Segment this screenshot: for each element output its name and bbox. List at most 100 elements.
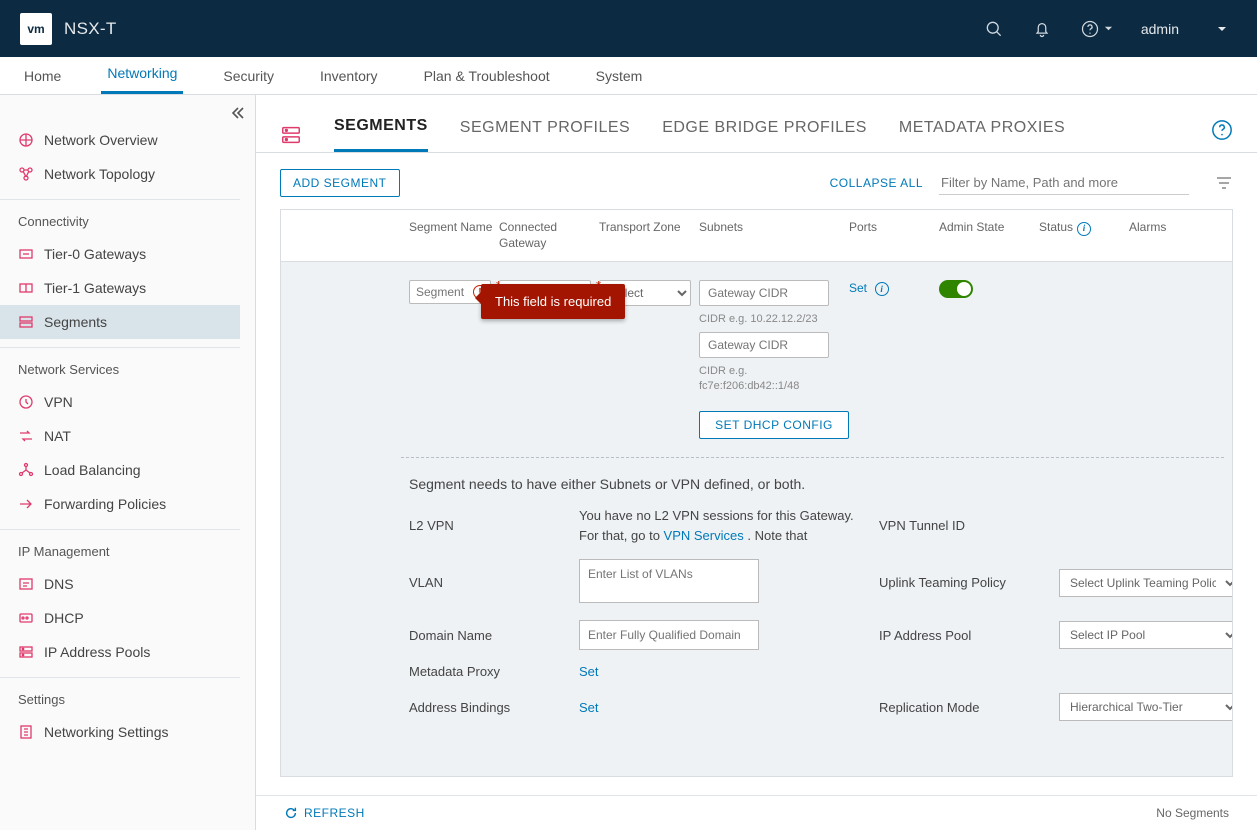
vpn-services-link[interactable]: VPN Services xyxy=(664,528,744,543)
l2vpn-label: L2 VPN xyxy=(409,518,569,533)
subnet-cidr-input-v4[interactable] xyxy=(699,280,829,306)
user-menu[interactable]: admin xyxy=(1141,21,1237,37)
add-segment-button[interactable]: ADD SEGMENT xyxy=(280,169,400,197)
sidebar-item-label: Network Overview xyxy=(44,132,158,148)
chevron-down-icon xyxy=(1104,24,1113,33)
admin-state-toggle[interactable] xyxy=(939,280,973,298)
sidebar-tier1[interactable]: Tier-1 Gateways xyxy=(0,271,240,305)
segment-edit-row: ! * None * Select xyxy=(281,262,1232,439)
sidebar-item-label: DNS xyxy=(44,576,74,592)
vlan-input[interactable] xyxy=(579,559,759,603)
table-footer: REFRESH No Segments xyxy=(256,795,1257,830)
sidebar-item-label: IP Address Pools xyxy=(44,644,150,660)
filter-icon[interactable] xyxy=(1215,174,1233,192)
sidebar-tier0[interactable]: Tier-0 Gateways xyxy=(0,237,240,271)
ip-pool-label: IP Address Pool xyxy=(879,628,1049,643)
search-icon[interactable] xyxy=(984,19,1004,39)
sidebar-nat[interactable]: NAT xyxy=(0,419,240,453)
ippool-icon xyxy=(18,644,34,660)
top-bar: vm NSX-T admin xyxy=(0,0,1257,57)
refresh-label: REFRESH xyxy=(304,806,365,820)
sidebar-vpn[interactable]: VPN xyxy=(0,385,240,419)
sidebar-networking-settings[interactable]: Networking Settings xyxy=(0,715,240,749)
address-bindings-label: Address Bindings xyxy=(409,700,569,715)
sidebar-item-label: Tier-1 Gateways xyxy=(44,280,146,296)
sidebar-load-balancing[interactable]: Load Balancing xyxy=(0,453,240,487)
col-status: Statusi xyxy=(1039,220,1129,236)
segment-note: Segment needs to have either Subnets or … xyxy=(281,472,1232,506)
col-transport-zone: Transport Zone xyxy=(599,220,699,236)
tier0-icon xyxy=(18,246,34,262)
replication-mode-select[interactable]: Hierarchical Two-Tier xyxy=(1059,693,1232,721)
sidebar-group-network-services: Network Services xyxy=(0,348,240,385)
help-icon[interactable] xyxy=(1211,119,1233,141)
subnet-cidr-input-v6[interactable] xyxy=(699,332,829,358)
global-nav: Home Networking Security Inventory Plan … xyxy=(0,57,1257,95)
fwd-icon xyxy=(18,496,34,512)
vpn-tunnel-label: VPN Tunnel ID xyxy=(879,518,1049,533)
collapse-all-link[interactable]: COLLAPSE ALL xyxy=(830,176,923,190)
vmware-logo: vm xyxy=(20,13,52,45)
col-alarms: Alarms xyxy=(1129,220,1219,236)
help-menu[interactable] xyxy=(1080,19,1113,39)
col-segment-name: Segment Name xyxy=(409,220,499,236)
sidebar-network-topology[interactable]: Network Topology xyxy=(0,157,240,191)
metadata-proxy-set-link[interactable]: Set xyxy=(579,664,599,679)
sidebar-item-label: DHCP xyxy=(44,610,84,626)
l2vpn-value: You have no L2 VPN sessions for this Gat… xyxy=(579,506,869,545)
segment-count: No Segments xyxy=(1156,806,1229,820)
vlan-label: VLAN xyxy=(409,575,569,590)
horizontal-scrollbar[interactable] xyxy=(280,777,1233,795)
vpn-icon xyxy=(18,394,34,410)
validation-tooltip: This field is required xyxy=(481,284,625,319)
info-icon[interactable]: i xyxy=(1077,222,1091,236)
subtab-edge-bridge-profiles[interactable]: EDGE BRIDGE PROFILES xyxy=(662,119,867,151)
sidebar-network-overview[interactable]: Network Overview xyxy=(0,123,240,157)
toolbar: ADD SEGMENT COLLAPSE ALL xyxy=(256,153,1257,209)
nav-home[interactable]: Home xyxy=(18,68,67,94)
nav-networking[interactable]: Networking xyxy=(101,65,183,94)
subtab-metadata-proxies[interactable]: METADATA PROXIES xyxy=(899,119,1065,151)
nav-system[interactable]: System xyxy=(590,68,649,94)
info-icon[interactable]: i xyxy=(875,282,889,296)
filter-input[interactable] xyxy=(939,171,1189,195)
sidebar-dhcp[interactable]: DHCP xyxy=(0,601,240,635)
sidebar-item-label: Tier-0 Gateways xyxy=(44,246,146,262)
segments-header-icon xyxy=(280,124,302,146)
subtab-segment-profiles[interactable]: SEGMENT PROFILES xyxy=(460,119,630,151)
sidebar-segments[interactable]: Segments xyxy=(0,305,240,339)
overview-icon xyxy=(18,132,34,148)
sidebar-ip-address-pools[interactable]: IP Address Pools xyxy=(0,635,240,669)
sidebar-forwarding-policies[interactable]: Forwarding Policies xyxy=(0,487,240,521)
segment-details: L2 VPN You have no L2 VPN sessions for t… xyxy=(281,506,1232,739)
bell-icon[interactable] xyxy=(1032,19,1052,39)
sidebar-group-settings: Settings xyxy=(0,678,240,715)
dns-icon xyxy=(18,576,34,592)
sidebar-item-label: Forwarding Policies xyxy=(44,496,166,512)
cidr-hint-v4: CIDR e.g. 10.22.12.2/23 xyxy=(699,312,839,326)
segments-table: Segment Name Connected Gateway Transport… xyxy=(280,209,1233,777)
domain-name-input[interactable] xyxy=(579,620,759,650)
sidebar-group-ip-management: IP Management xyxy=(0,530,240,567)
nav-plan[interactable]: Plan & Troubleshoot xyxy=(418,68,556,94)
domain-label: Domain Name xyxy=(409,628,569,643)
sidebar-item-label: Load Balancing xyxy=(44,462,141,478)
ip-pool-select[interactable]: Select IP Pool xyxy=(1059,621,1232,649)
address-bindings-set-link[interactable]: Set xyxy=(579,700,599,715)
sidebar-dns[interactable]: DNS xyxy=(0,567,240,601)
nav-security[interactable]: Security xyxy=(217,68,280,94)
sidebar-collapse-icon[interactable] xyxy=(229,105,245,121)
subtab-segments[interactable]: SEGMENTS xyxy=(334,117,428,152)
segments-icon xyxy=(18,314,34,330)
uplink-label: Uplink Teaming Policy xyxy=(879,575,1049,590)
refresh-icon xyxy=(284,806,298,820)
cidr-hint-v6: CIDR e.g. fc7e:f206:db42::1/48 xyxy=(699,364,839,393)
col-subnets: Subnets xyxy=(699,220,849,236)
ports-set-link[interactable]: Set xyxy=(849,281,867,295)
set-dhcp-config-button[interactable]: SET DHCP CONFIG xyxy=(699,411,849,439)
refresh-button[interactable]: REFRESH xyxy=(284,806,365,820)
nav-inventory[interactable]: Inventory xyxy=(314,68,384,94)
uplink-teaming-select[interactable]: Select Uplink Teaming Policy xyxy=(1059,569,1232,597)
sidebar-item-label: VPN xyxy=(44,394,73,410)
user-name: admin xyxy=(1141,21,1179,37)
